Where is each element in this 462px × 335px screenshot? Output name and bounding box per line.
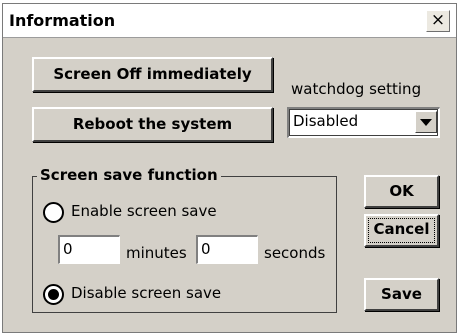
screen-save-groupbox: Screen save function Enable screen save … <box>32 166 337 313</box>
save-button[interactable]: Save <box>364 278 439 311</box>
chevron-down-icon <box>420 119 432 126</box>
title-bar[interactable]: Information × <box>3 4 456 38</box>
watchdog-setting-label: watchdog setting <box>291 80 422 98</box>
minutes-label: minutes <box>126 244 187 262</box>
dropdown-arrow-button[interactable] <box>415 111 437 133</box>
close-icon: × <box>430 10 446 30</box>
ok-button[interactable]: OK <box>364 175 439 208</box>
screen-save-group-title: Screen save function <box>37 166 221 184</box>
window-title: Information <box>9 11 116 30</box>
information-dialog: Information × Screen Off immediately wat… <box>2 3 457 333</box>
reboot-system-button-label: Reboot the system <box>72 115 233 133</box>
ok-button-label: OK <box>389 182 414 200</box>
radio-selected-dot <box>48 289 59 300</box>
minutes-input[interactable]: 0 <box>58 235 120 264</box>
reboot-system-button[interactable]: Reboot the system <box>32 107 273 142</box>
disable-screen-save-radio[interactable] <box>43 284 64 305</box>
close-button[interactable]: × <box>426 10 450 32</box>
screen-off-button[interactable]: Screen Off immediately <box>32 57 273 92</box>
seconds-input[interactable]: 0 <box>196 235 258 264</box>
cancel-button[interactable]: Cancel <box>364 214 439 247</box>
cancel-button-label: Cancel <box>373 220 430 238</box>
screen-off-button-label: Screen Off immediately <box>53 65 252 83</box>
enable-screen-save-radio[interactable] <box>43 202 64 223</box>
save-button-label: Save <box>381 285 422 303</box>
watchdog-selected-value: Disabled <box>293 112 359 130</box>
disable-screen-save-label[interactable]: Disable screen save <box>71 284 221 302</box>
watchdog-setting-select[interactable]: Disabled <box>287 107 440 138</box>
enable-screen-save-label[interactable]: Enable screen save <box>71 202 217 220</box>
seconds-label: seconds <box>264 244 326 262</box>
